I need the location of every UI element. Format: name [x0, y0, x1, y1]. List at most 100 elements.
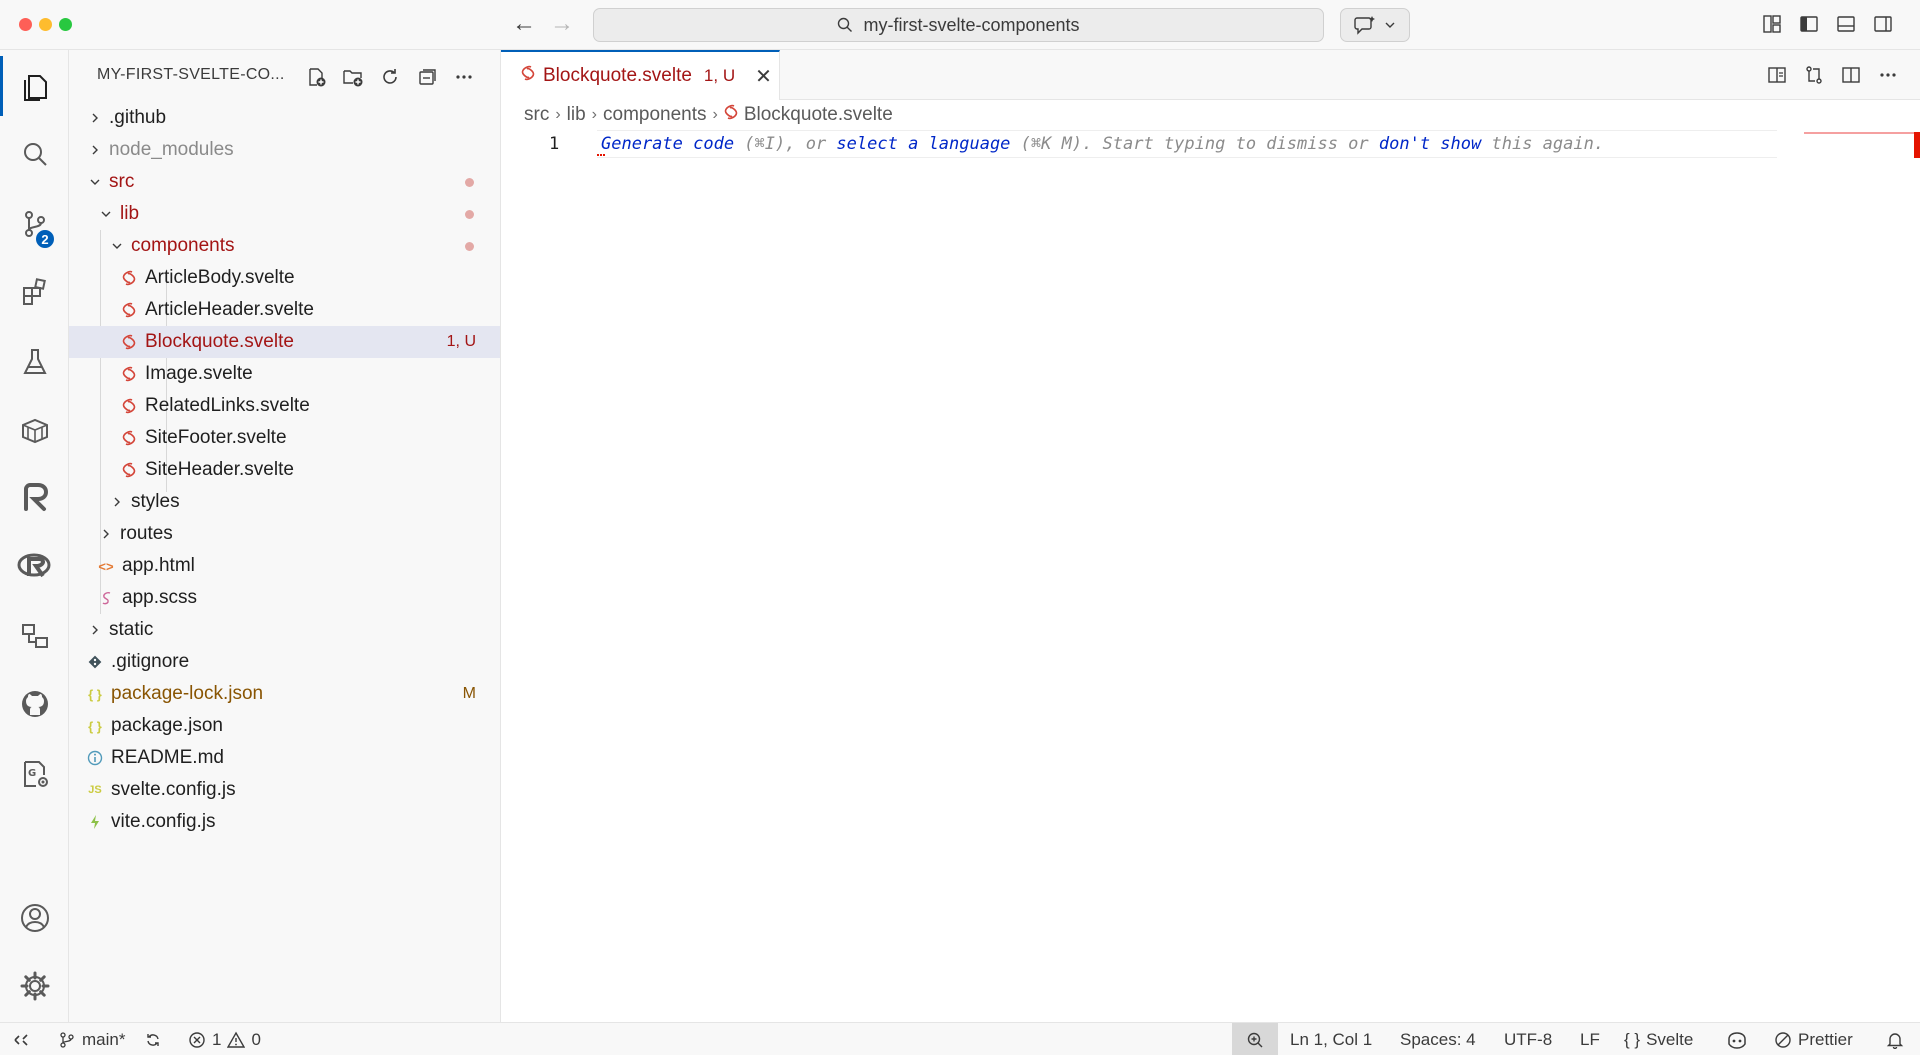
- open-preview-icon[interactable]: [1765, 63, 1789, 87]
- tree-file-articlebody[interactable]: ArticleBody.svelte: [69, 262, 500, 294]
- tree-file-gitignore[interactable]: .gitignore: [69, 646, 500, 678]
- tree-folder-lib[interactable]: lib: [69, 198, 500, 230]
- notifications-button[interactable]: [1886, 1023, 1904, 1055]
- json-file-icon: { }: [88, 718, 102, 734]
- branch-indicator[interactable]: main*: [58, 1023, 125, 1055]
- remote-indicator[interactable]: [12, 1023, 30, 1055]
- tree-item-label: .gitignore: [111, 651, 190, 672]
- tree-folder-styles[interactable]: styles: [69, 486, 500, 518]
- minimize-window-button[interactable]: [39, 18, 52, 31]
- split-editor-icon[interactable]: [1839, 63, 1863, 87]
- new-file-icon[interactable]: [303, 64, 329, 90]
- github-icon[interactable]: [0, 674, 69, 734]
- tree-file-app-html[interactable]: <> app.html: [69, 550, 500, 582]
- code-editor[interactable]: 1 Generate code (⌘I), or select a langua…: [501, 130, 1920, 1022]
- close-icon[interactable]: ✕: [755, 64, 772, 89]
- accounts-icon[interactable]: [0, 888, 69, 948]
- collapse-all-icon[interactable]: [414, 64, 440, 90]
- chevron-right-icon: [85, 620, 105, 640]
- copilot-status[interactable]: [1726, 1023, 1748, 1055]
- prettier-status[interactable]: Prettier: [1774, 1023, 1853, 1055]
- tree-item-label: app.html: [122, 555, 195, 576]
- tree-folder-components[interactable]: components: [69, 230, 500, 262]
- tree-file-siteheader[interactable]: SiteHeader.svelte: [69, 454, 500, 486]
- tree-file-package-json[interactable]: { } package.json: [69, 710, 500, 742]
- breadcrumb-item[interactable]: src: [524, 104, 549, 126]
- explorer-title: MY-FIRST-SVELTE-CO...: [97, 66, 285, 83]
- tree-file-app-scss[interactable]: app.scss: [69, 582, 500, 614]
- tree-file-sitefooter[interactable]: SiteFooter.svelte: [69, 422, 500, 454]
- settings-gear-icon[interactable]: [0, 956, 69, 1016]
- tree-file-vite-config[interactable]: vite.config.js: [69, 806, 500, 838]
- cursor-position[interactable]: Ln 1, Col 1: [1290, 1023, 1372, 1055]
- eol-label: LF: [1580, 1029, 1600, 1049]
- gitlens-settings-icon[interactable]: G: [0, 744, 69, 804]
- copilot-chat-button[interactable]: [1340, 8, 1410, 42]
- tree-file-readme[interactable]: README.md: [69, 742, 500, 774]
- testing-flask-icon[interactable]: [0, 332, 69, 392]
- search-icon[interactable]: [0, 125, 69, 185]
- tree-item-label: README.md: [111, 747, 224, 768]
- toggle-primary-sidebar-icon[interactable]: [1797, 12, 1821, 36]
- tree-folder-routes[interactable]: routes: [69, 518, 500, 550]
- generate-code-link[interactable]: Generate code: [601, 134, 734, 154]
- sync-button[interactable]: [144, 1023, 162, 1055]
- close-window-button[interactable]: [19, 18, 32, 31]
- command-center-search[interactable]: my-first-svelte-components: [593, 8, 1324, 42]
- dont-show-link[interactable]: don't show: [1379, 134, 1481, 154]
- toggle-panel-icon[interactable]: [1834, 12, 1858, 36]
- tree-file-articleheader[interactable]: ArticleHeader.svelte: [69, 294, 500, 326]
- tree-item-label: src: [109, 171, 135, 192]
- go-forward-arrow-icon[interactable]: →: [550, 10, 574, 38]
- editor-tab-bar: Blockquote.svelte 1, U ✕: [501, 50, 1920, 100]
- chevron-down-icon: [1385, 22, 1395, 28]
- end-of-line[interactable]: LF: [1580, 1023, 1600, 1055]
- encoding[interactable]: UTF-8: [1504, 1023, 1552, 1055]
- tree-item-label: Blockquote.svelte: [145, 331, 294, 352]
- tree-file-package-lock[interactable]: { } package-lock.json M: [69, 678, 500, 710]
- language-braces-icon: { }: [1624, 1029, 1641, 1049]
- rest-client-icon[interactable]: [0, 468, 69, 528]
- prettier-label: Prettier: [1798, 1029, 1853, 1049]
- extensions-icon[interactable]: [0, 262, 69, 322]
- chevron-right-icon: [107, 492, 127, 512]
- more-actions-icon[interactable]: [1876, 63, 1900, 87]
- breadcrumb-item[interactable]: components: [603, 104, 707, 126]
- new-folder-icon[interactable]: [340, 64, 366, 90]
- tree-folder-src[interactable]: src: [69, 166, 500, 198]
- tree-file-image[interactable]: Image.svelte: [69, 358, 500, 390]
- zoom-in-icon: [1247, 1032, 1263, 1047]
- file-tree: .github node_modules src lib components …: [69, 102, 500, 838]
- tree-folder-static[interactable]: static: [69, 614, 500, 646]
- tree-folder-github[interactable]: .github: [69, 102, 500, 134]
- status-bar: main* 1 0 Ln 1, Col 1 Spaces: 4 UTF-8 LF…: [0, 1022, 1920, 1055]
- go-back-arrow-icon[interactable]: ←: [512, 10, 536, 38]
- compare-changes-icon[interactable]: [1802, 63, 1826, 87]
- breadcrumb-item[interactable]: Blockquote.svelte: [744, 104, 893, 126]
- indentation[interactable]: Spaces: 4: [1400, 1023, 1476, 1055]
- toggle-secondary-sidebar-icon[interactable]: [1871, 12, 1895, 36]
- tree-item-label: .github: [109, 107, 167, 128]
- refresh-icon[interactable]: [377, 64, 403, 90]
- svelte-file-icon: [119, 300, 139, 320]
- containers-icon[interactable]: [0, 400, 69, 460]
- select-language-link[interactable]: select a language: [836, 134, 1010, 154]
- tab-blockquote-svelte[interactable]: Blockquote.svelte 1, U ✕: [501, 50, 780, 100]
- command-center-label: my-first-svelte-components: [863, 14, 1080, 35]
- indentation-label: Spaces: 4: [1400, 1029, 1476, 1049]
- language-mode[interactable]: { } Svelte: [1624, 1023, 1693, 1055]
- more-actions-icon[interactable]: [451, 64, 477, 90]
- tree-file-svelte-config[interactable]: JS svelte.config.js: [69, 774, 500, 806]
- r-language-icon[interactable]: [0, 536, 69, 596]
- zoom-indicator[interactable]: [1232, 1023, 1278, 1055]
- breadcrumb-item[interactable]: lib: [567, 104, 586, 126]
- tree-file-blockquote[interactable]: Blockquote.svelte 1, U: [69, 326, 500, 358]
- tree-folder-node-modules[interactable]: node_modules: [69, 134, 500, 166]
- zoom-window-button[interactable]: [59, 18, 72, 31]
- source-control-icon[interactable]: 2: [0, 194, 69, 254]
- explorer-icon[interactable]: [0, 56, 69, 116]
- remote-explorer-icon[interactable]: [0, 606, 69, 666]
- tree-file-relatedlinks[interactable]: RelatedLinks.svelte: [69, 390, 500, 422]
- customize-layout-icon[interactable]: [1760, 12, 1784, 36]
- problems-indicator[interactable]: 1 0: [188, 1023, 261, 1055]
